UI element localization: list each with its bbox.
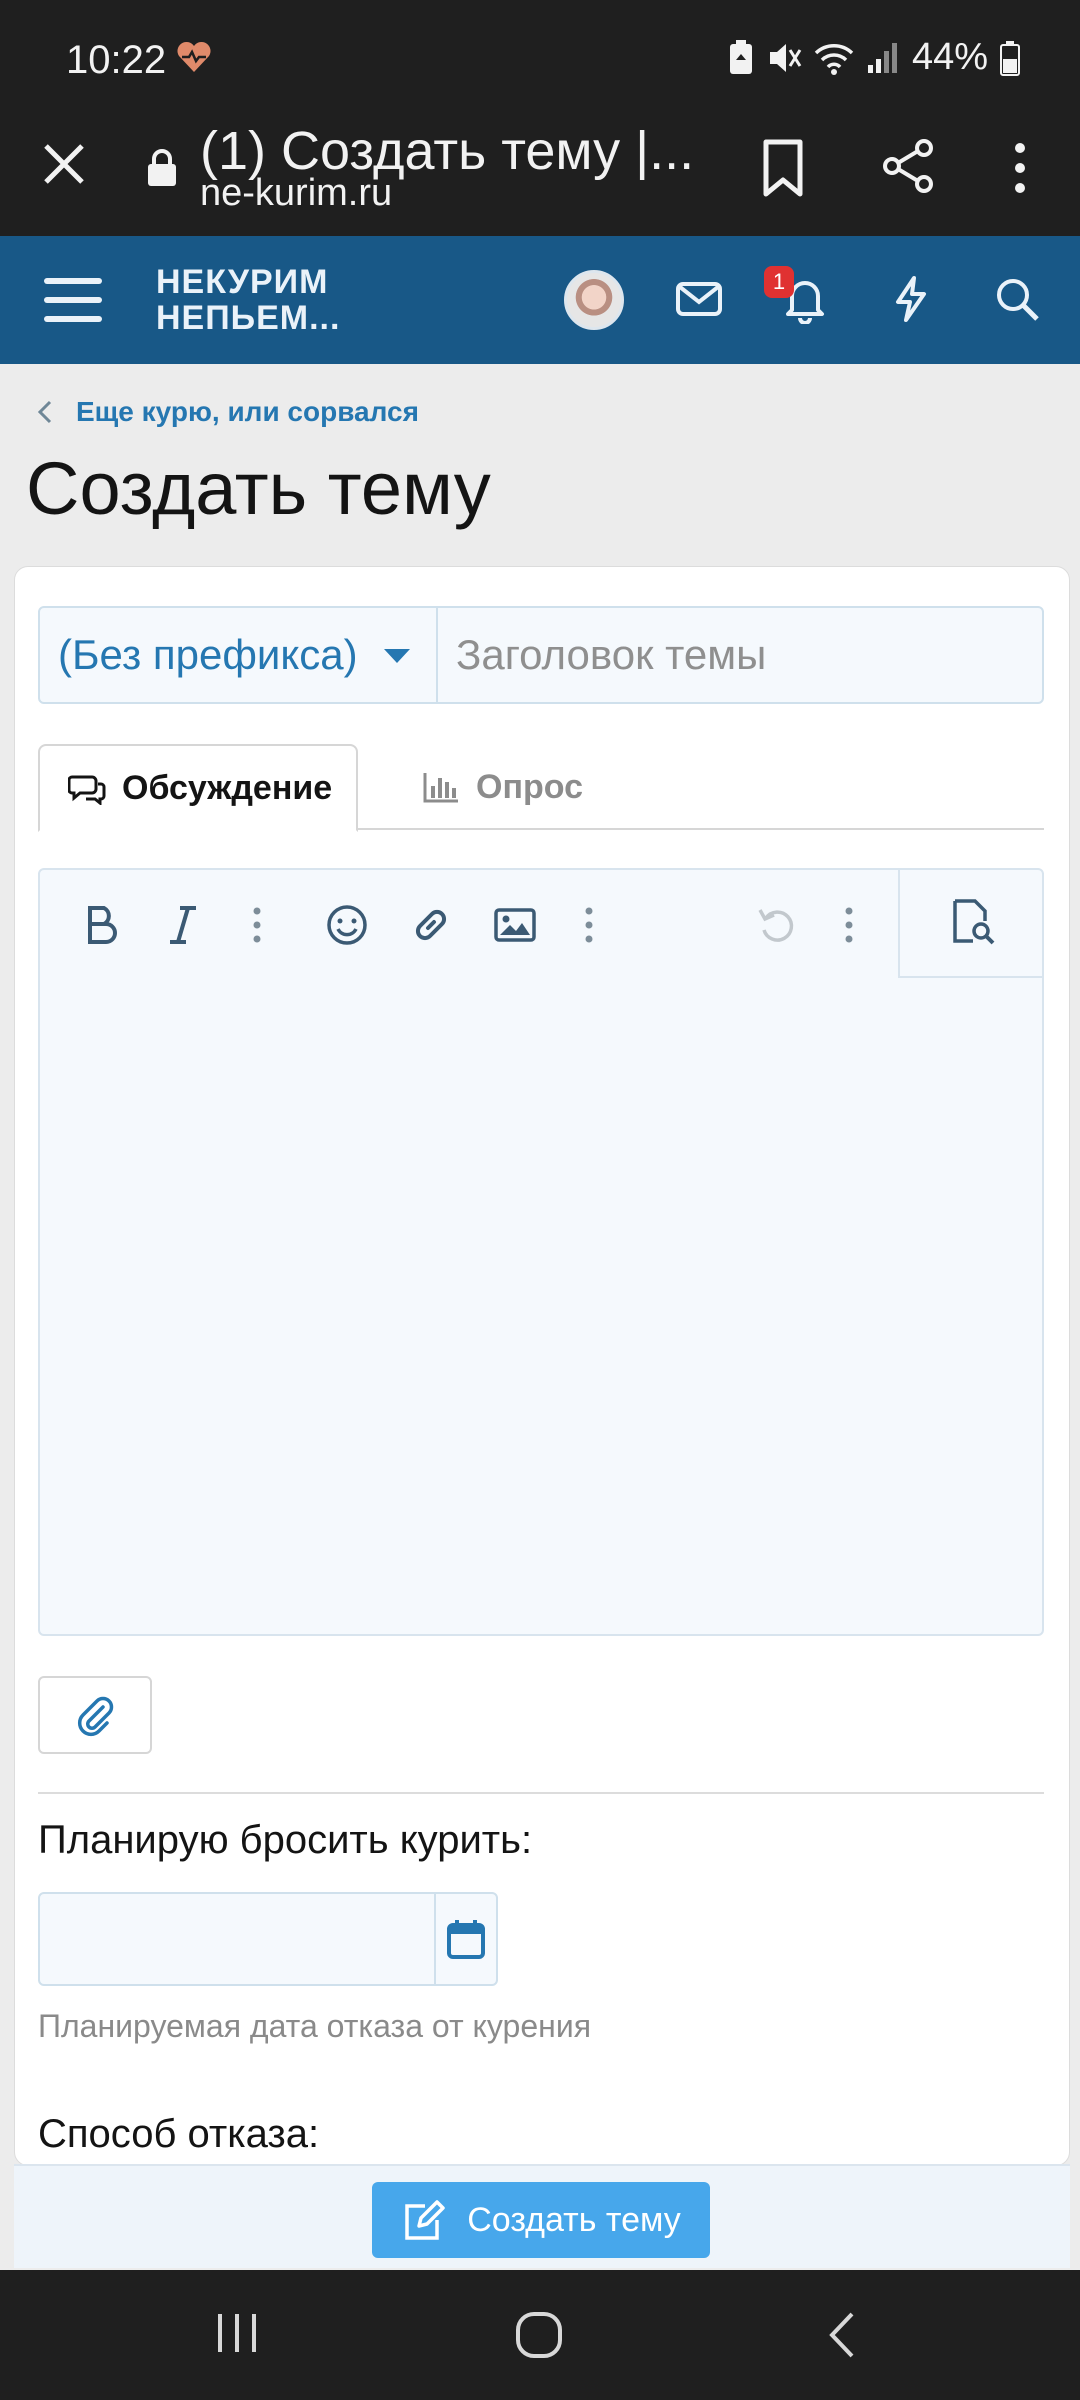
vertical-dots-icon (253, 907, 261, 943)
calendar-button[interactable] (434, 1894, 496, 1984)
mute-icon (769, 43, 802, 72)
calendar-icon (447, 1920, 485, 1959)
more-tools-button[interactable] (824, 900, 874, 950)
image-button[interactable] (490, 900, 540, 950)
breadcrumb[interactable]: Еще курю, или сорвался (36, 396, 419, 428)
undo-button[interactable] (752, 900, 802, 950)
thread-title-row: (Без префикса) (38, 606, 1044, 704)
vertical-dots-icon (585, 907, 593, 943)
home-icon[interactable] (514, 2310, 564, 2360)
tab-poll-label: Опрос (476, 767, 583, 806)
attach-files-button[interactable] (38, 1676, 152, 1754)
italic-button[interactable] (158, 900, 208, 950)
create-thread-button[interactable]: Создать тему (372, 2182, 710, 2258)
undo-icon (758, 909, 794, 942)
browser-toolbar: (1) Создать тему |... ne-kurim.ru (0, 120, 1080, 236)
site-header: НЕКУРИМ НЕПЬЕМ... 1 (0, 236, 1080, 364)
search-icon[interactable] (992, 274, 1042, 324)
battery-icon (1000, 40, 1020, 76)
paperclip-icon (77, 1696, 114, 1737)
battery-saver-icon (729, 39, 752, 74)
tab-discussion[interactable]: Обсуждение (38, 744, 358, 832)
preview-button[interactable] (898, 868, 1044, 978)
vertical-dots-icon (845, 907, 853, 943)
section-divider (38, 1792, 1044, 1794)
chevron-left-icon (37, 400, 52, 424)
insert-options-button[interactable] (564, 900, 614, 950)
smiley-icon (327, 905, 367, 945)
status-bar: 10:22 44% (0, 0, 1080, 120)
edit-icon (405, 2200, 445, 2240)
menu-icon[interactable] (44, 276, 102, 324)
bookmark-icon[interactable] (760, 138, 806, 198)
page-title: Создать тему (26, 447, 491, 530)
battery-percent: 44% (911, 36, 988, 78)
close-icon[interactable] (40, 140, 88, 188)
quit-date-hint: Планируемая дата отказа от курения (38, 2008, 592, 2044)
italic-icon (170, 906, 196, 944)
link-icon (415, 909, 447, 941)
inbox-icon[interactable] (674, 274, 724, 324)
link-button[interactable] (406, 900, 456, 950)
tab-discussion-label: Обсуждение (122, 768, 333, 807)
bold-button[interactable] (76, 900, 126, 950)
quit-method-label: Способ отказа: (38, 2112, 320, 2156)
logo-line-1: НЕКУРИМ (156, 263, 329, 301)
system-icons: 44% (728, 36, 1020, 79)
logo-line-2: НЕПЬЕМ... (156, 299, 341, 337)
preview-icon (953, 899, 995, 945)
more-options-icon[interactable] (1010, 140, 1030, 196)
create-thread-label: Создать тему (467, 2200, 681, 2239)
quit-date-field[interactable] (38, 1892, 498, 1986)
recent-apps-icon[interactable] (214, 2310, 260, 2356)
heart-rate-icon (177, 41, 211, 72)
emoji-button[interactable] (322, 900, 372, 950)
status-time: 10:22 (66, 38, 167, 82)
alerts-badge: 1 (764, 266, 794, 298)
wifi-icon (814, 43, 854, 75)
signal-icon (867, 42, 897, 73)
editor-toolbar (40, 868, 1044, 980)
caret-down-icon (383, 649, 410, 663)
bold-icon (88, 906, 117, 944)
breadcrumb-link[interactable]: Еще курю, или сорвался (76, 396, 419, 428)
image-icon (494, 908, 536, 942)
quit-plan-label: Планирую бросить курить: (38, 1818, 533, 1862)
message-editor[interactable] (38, 868, 1044, 1636)
prefix-dropdown[interactable]: (Без префикса) (40, 608, 438, 702)
lightning-icon[interactable] (886, 274, 936, 324)
back-icon[interactable] (822, 2310, 862, 2360)
text-options-button[interactable] (232, 900, 282, 950)
poll-chart-icon (423, 773, 458, 803)
avatar[interactable] (564, 270, 624, 330)
quit-date-input[interactable] (40, 1894, 434, 1984)
system-nav-bar (0, 2270, 1080, 2400)
share-icon[interactable] (880, 138, 936, 194)
lock-icon (148, 149, 176, 186)
browser-domain[interactable]: ne-kurim.ru (200, 172, 392, 215)
prefix-value: (Без префикса) (58, 631, 358, 678)
thread-title-input[interactable] (438, 608, 1042, 702)
tab-poll[interactable]: Опрос (422, 744, 583, 830)
comments-icon (68, 775, 106, 805)
post-type-tabs: Обсуждение Опрос (38, 744, 1044, 832)
site-logo[interactable]: НЕКУРИМ НЕПЬЕМ... (156, 264, 340, 336)
